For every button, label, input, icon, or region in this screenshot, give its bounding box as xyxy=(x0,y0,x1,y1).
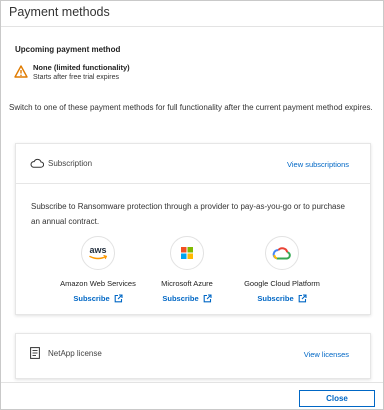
provider-name: Microsoft Azure xyxy=(161,279,213,288)
provider-aws: aws Amazon Web Services Subscribe xyxy=(48,236,148,306)
subscribe-gcp-link[interactable]: Subscribe xyxy=(257,294,307,303)
subscribe-label: Subscribe xyxy=(257,294,294,303)
subscribe-label: Subscribe xyxy=(162,294,199,303)
netapp-license-title: NetApp license xyxy=(48,349,102,358)
external-link-icon xyxy=(203,294,212,303)
subscription-card-header: Subscription View subscriptions xyxy=(16,144,370,184)
external-link-icon xyxy=(114,294,123,303)
subscribe-label: Subscribe xyxy=(73,294,110,303)
switch-instructions: Switch to one of these payment methods f… xyxy=(9,103,373,112)
provider-name: Google Cloud Platform xyxy=(244,279,320,288)
view-subscriptions-link[interactable]: View subscriptions xyxy=(287,160,349,169)
view-licenses-link[interactable]: View licenses xyxy=(304,350,349,359)
subscription-card: Subscription View subscriptions Subscrib… xyxy=(15,143,371,315)
payment-methods-dialog: Payment methods Upcoming payment method … xyxy=(0,0,384,410)
upcoming-payment-name: None (limited functionality) xyxy=(33,63,130,72)
dialog-header: Payment methods xyxy=(1,1,383,27)
external-link-icon xyxy=(298,294,307,303)
cloud-icon xyxy=(30,158,44,168)
svg-text:aws: aws xyxy=(89,245,106,255)
upcoming-payment-label: Upcoming payment method xyxy=(15,45,121,54)
subscribe-azure-link[interactable]: Subscribe xyxy=(162,294,212,303)
provider-name: Amazon Web Services xyxy=(60,279,136,288)
microsoft-logo-icon xyxy=(170,236,204,270)
provider-azure: Microsoft Azure Subscribe xyxy=(137,236,237,306)
google-cloud-logo-icon xyxy=(265,236,299,270)
subscription-title: Subscription xyxy=(48,159,93,168)
subscription-description: Subscribe to Ransomware protection throu… xyxy=(31,202,345,226)
warning-icon xyxy=(14,65,28,78)
aws-logo-icon: aws xyxy=(81,236,115,270)
close-button[interactable]: Close xyxy=(299,390,375,407)
upcoming-payment-description: Starts after free trial expires xyxy=(33,74,119,81)
dialog-title: Payment methods xyxy=(9,5,110,19)
netapp-license-card: NetApp license View licenses xyxy=(15,333,371,379)
subscribe-aws-link[interactable]: Subscribe xyxy=(73,294,123,303)
footer-divider xyxy=(1,382,383,383)
provider-gcp: Google Cloud Platform Subscribe xyxy=(232,236,332,306)
license-document-icon xyxy=(30,347,40,359)
